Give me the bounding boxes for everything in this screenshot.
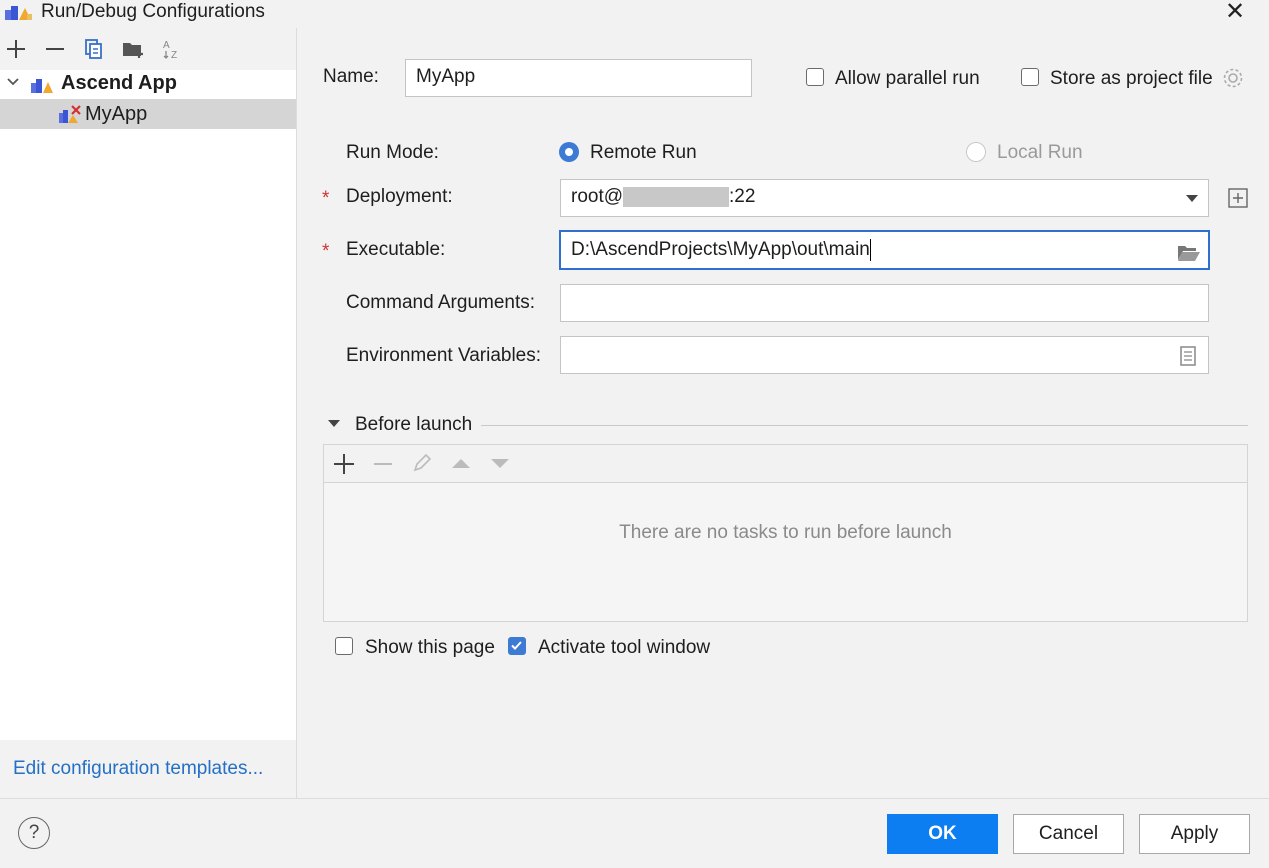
show-page-checkbox[interactable]	[335, 637, 353, 655]
apply-button[interactable]: Apply	[1139, 814, 1250, 854]
required-marker: *	[322, 241, 330, 262]
document-icon[interactable]	[1179, 345, 1197, 379]
store-project-checkbox[interactable]	[1021, 68, 1039, 86]
edit-icon[interactable]	[412, 453, 432, 478]
svg-text:Z: Z	[171, 50, 177, 60]
remove-icon[interactable]	[373, 453, 393, 480]
chevron-down-icon[interactable]	[1184, 180, 1200, 228]
deployment-value-suffix: :22	[729, 186, 756, 207]
tree-item-label: MyApp	[85, 103, 148, 125]
run-mode-label: Run Mode:	[346, 142, 439, 163]
section-divider	[481, 425, 1248, 426]
executable-input[interactable]: D:\AscendProjects\MyApp\out\main	[559, 230, 1210, 270]
sort-alpha-icon[interactable]: AZ	[159, 36, 185, 62]
show-page-label: Show this page	[365, 637, 495, 658]
collapse-triangle-icon[interactable]	[327, 417, 341, 436]
allow-parallel-checkbox[interactable]	[806, 68, 824, 86]
copy-icon[interactable]	[81, 36, 107, 62]
before-launch-toolbar	[324, 445, 1247, 483]
activate-tool-checkbox[interactable]	[508, 637, 526, 655]
local-run-label: Local Run	[997, 142, 1083, 163]
text-cursor	[869, 238, 871, 261]
gear-icon[interactable]	[1221, 66, 1245, 95]
env-vars-input[interactable]	[560, 336, 1209, 374]
move-down-icon[interactable]	[490, 456, 510, 475]
add-icon[interactable]	[333, 453, 355, 480]
name-label: Name:	[323, 66, 379, 87]
remote-run-label: Remote Run	[590, 142, 697, 163]
cmd-args-input[interactable]	[560, 284, 1209, 322]
remote-run-radio[interactable]	[559, 142, 579, 162]
tree-item-ascend-app[interactable]: Ascend App	[0, 68, 296, 98]
name-input[interactable]: MyApp	[405, 59, 752, 97]
activate-tool-label: Activate tool window	[538, 637, 711, 658]
add-icon[interactable]	[3, 36, 29, 62]
tree-item-myapp[interactable]: MyApp	[0, 99, 296, 129]
bottom-divider	[0, 798, 1269, 799]
before-launch-title: Before launch	[355, 414, 473, 435]
executable-label: Executable:	[346, 239, 446, 260]
svg-text:A: A	[163, 40, 170, 51]
close-icon[interactable]: ✕	[1220, 0, 1250, 26]
add-deployment-icon[interactable]	[1228, 188, 1248, 213]
cancel-button[interactable]: Cancel	[1013, 814, 1124, 854]
env-vars-label: Environment Variables:	[346, 345, 542, 366]
app-logo-icon	[5, 4, 35, 27]
move-up-icon[interactable]	[451, 456, 471, 475]
deployment-value-prefix: root@	[571, 186, 624, 207]
window-title: Run/Debug Configurations	[41, 1, 265, 22]
folder-open-icon[interactable]	[1177, 240, 1201, 276]
store-project-label: Store as project file	[1050, 68, 1213, 89]
local-run-radio[interactable]	[966, 142, 986, 162]
config-tree	[0, 70, 296, 740]
allow-parallel-label: Allow parallel run	[835, 68, 980, 89]
empty-tasks-text: There are no tasks to run before launch	[619, 522, 952, 543]
cmd-args-label: Command Arguments:	[346, 292, 536, 313]
folder-add-icon[interactable]	[120, 36, 146, 62]
myapp-error-icon	[58, 104, 84, 134]
remove-icon[interactable]	[42, 36, 68, 62]
edit-templates-link[interactable]: Edit configuration templates...	[13, 758, 263, 780]
required-marker: *	[322, 188, 330, 209]
redacted-host	[623, 186, 730, 207]
tree-item-label: Ascend App	[61, 72, 177, 94]
ok-button[interactable]: OK	[887, 814, 998, 854]
deployment-select[interactable]: root@ :22	[560, 179, 1209, 217]
executable-value: D:\AscendProjects\MyApp\out\main	[571, 239, 870, 260]
deployment-label: Deployment:	[346, 186, 453, 207]
help-button[interactable]: ?	[18, 817, 50, 849]
